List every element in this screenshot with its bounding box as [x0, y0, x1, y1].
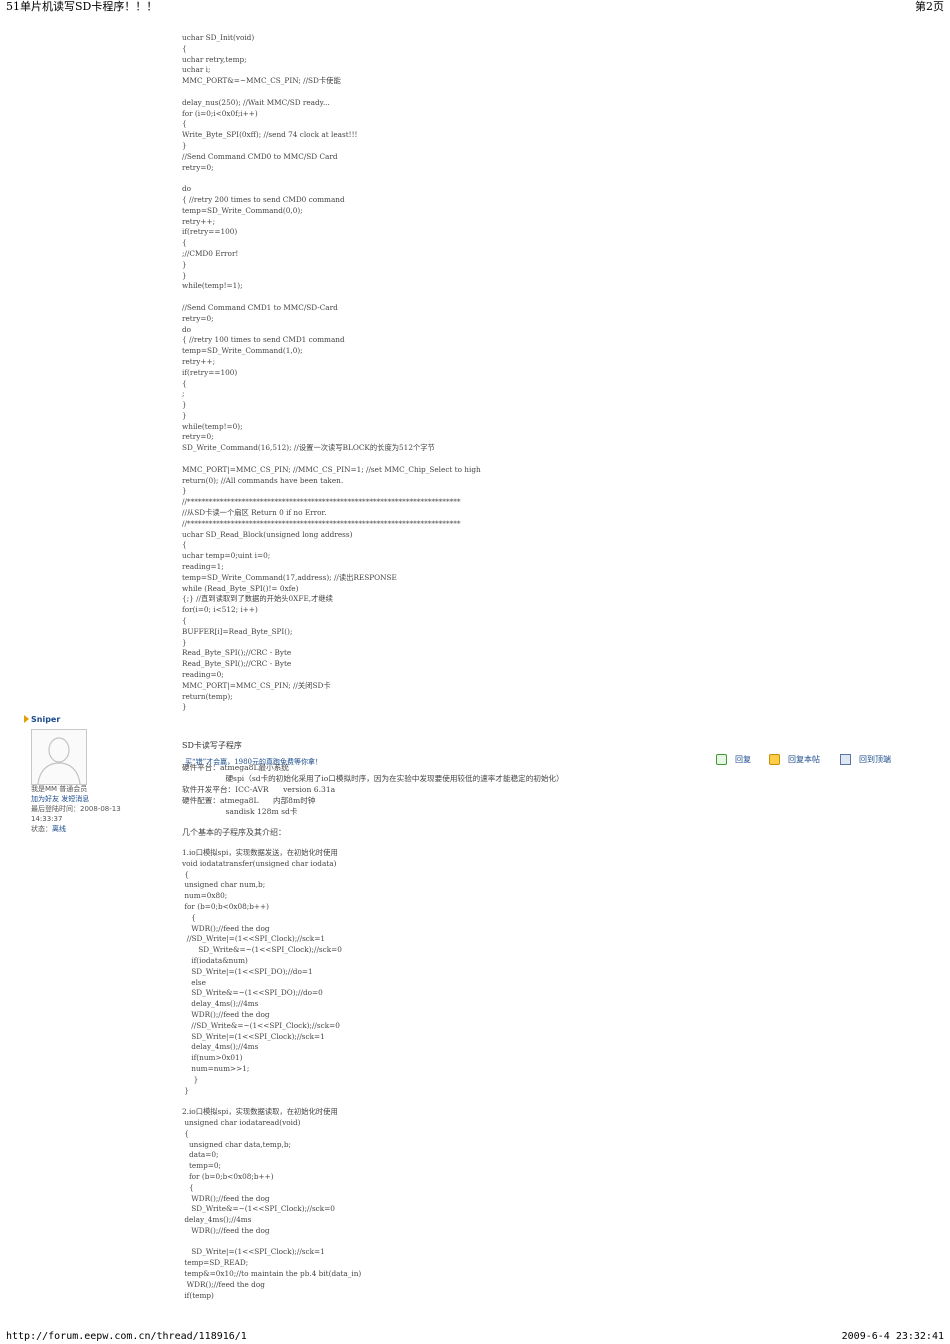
status-label: 状态：	[31, 825, 52, 833]
back-to-top-label: 回到顶端	[859, 755, 891, 764]
document-title: 51单片机读写SD卡程序！！！	[6, 0, 158, 13]
author-arrow-icon	[24, 715, 29, 723]
quote-icon	[769, 754, 780, 765]
top-icon	[840, 754, 851, 765]
author-links[interactable]: 加为好友 发短消息	[31, 794, 121, 804]
reply-button[interactable]: 回复	[716, 754, 751, 765]
code-block-sd-init: uchar SD_Init(void) { uchar retry,temp; …	[182, 33, 481, 712]
author-name[interactable]: Sniper	[31, 715, 60, 724]
page-number: 第2页	[915, 0, 944, 13]
code-block-io-spi: 1.io口模拟spi，实现数据发送，在初始化时使用 void iodatatra…	[182, 848, 362, 1300]
reply-quote-button[interactable]: 回复本帖	[769, 754, 820, 765]
footer-datetime: 2009-6-4 23:32:41	[841, 1331, 944, 1342]
reply-quote-label: 回复本帖	[788, 755, 820, 764]
author-rank: 我是MM 普通会员	[31, 785, 88, 793]
back-to-top-button[interactable]: 回到顶端	[840, 754, 891, 765]
last-login-time: 14:33:37	[31, 815, 63, 823]
post-intro: 几个基本的子程序及其介绍：	[182, 828, 286, 837]
status-value: 离线	[52, 825, 66, 833]
reply-label: 回复	[735, 755, 751, 764]
author-info: 我是MM 普通会员 加为好友 发短消息 最后登陆时间：2008-08-13 14…	[31, 784, 121, 834]
avatar-silhouette-icon	[37, 737, 81, 785]
ad-link[interactable]: 买“错”才会赢，1980元的真跑免费等你拿！	[185, 757, 322, 767]
footer-url: http://forum.eepw.com.cn/thread/118916/1	[6, 1331, 247, 1342]
post-meta: 硬件平台：atmega8L最小系统 硬spi（sd卡的初始化采用了io口模拟时序…	[182, 763, 564, 816]
avatar[interactable]	[31, 729, 87, 785]
post-title: SD卡读写子程序	[182, 741, 242, 750]
last-login-label: 最后登陆时间：2008-08-13	[31, 805, 121, 813]
reply-icon	[716, 754, 727, 765]
